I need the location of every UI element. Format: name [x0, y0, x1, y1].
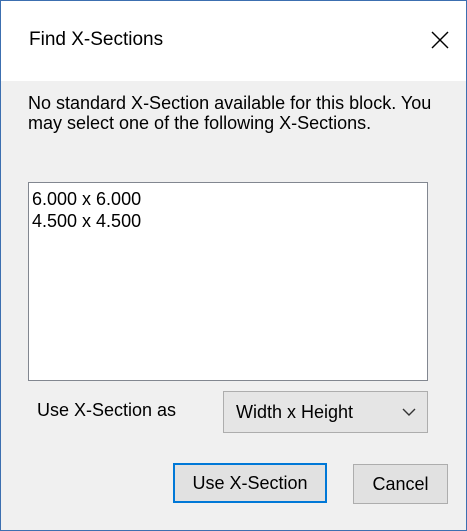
chevron-down-icon — [402, 408, 416, 416]
list-item[interactable]: 6.000 x 6.000 — [32, 188, 427, 210]
close-button[interactable] — [414, 19, 466, 61]
find-x-sections-dialog: Find X-Sections No standard X-Section av… — [0, 0, 467, 531]
cancel-button[interactable]: Cancel — [353, 464, 448, 504]
cancel-label: Cancel — [372, 474, 429, 494]
title-bar: Find X-Sections — [1, 1, 466, 81]
close-icon — [431, 31, 449, 49]
use-x-section-label: Use X-Section — [192, 473, 308, 493]
info-message: No standard X-Section available for this… — [28, 93, 432, 133]
use-as-label: Use X-Section as — [37, 400, 177, 420]
use-x-section-button[interactable]: Use X-Section — [173, 463, 327, 503]
list-item[interactable]: 4.500 x 4.500 — [32, 210, 427, 232]
use-as-select[interactable]: Width x Height — [223, 391, 428, 433]
x-section-list[interactable]: 6.000 x 6.000 4.500 x 4.500 — [28, 182, 428, 381]
use-as-selected-value: Width x Height — [236, 402, 354, 422]
dialog-title: Find X-Sections — [29, 29, 164, 50]
